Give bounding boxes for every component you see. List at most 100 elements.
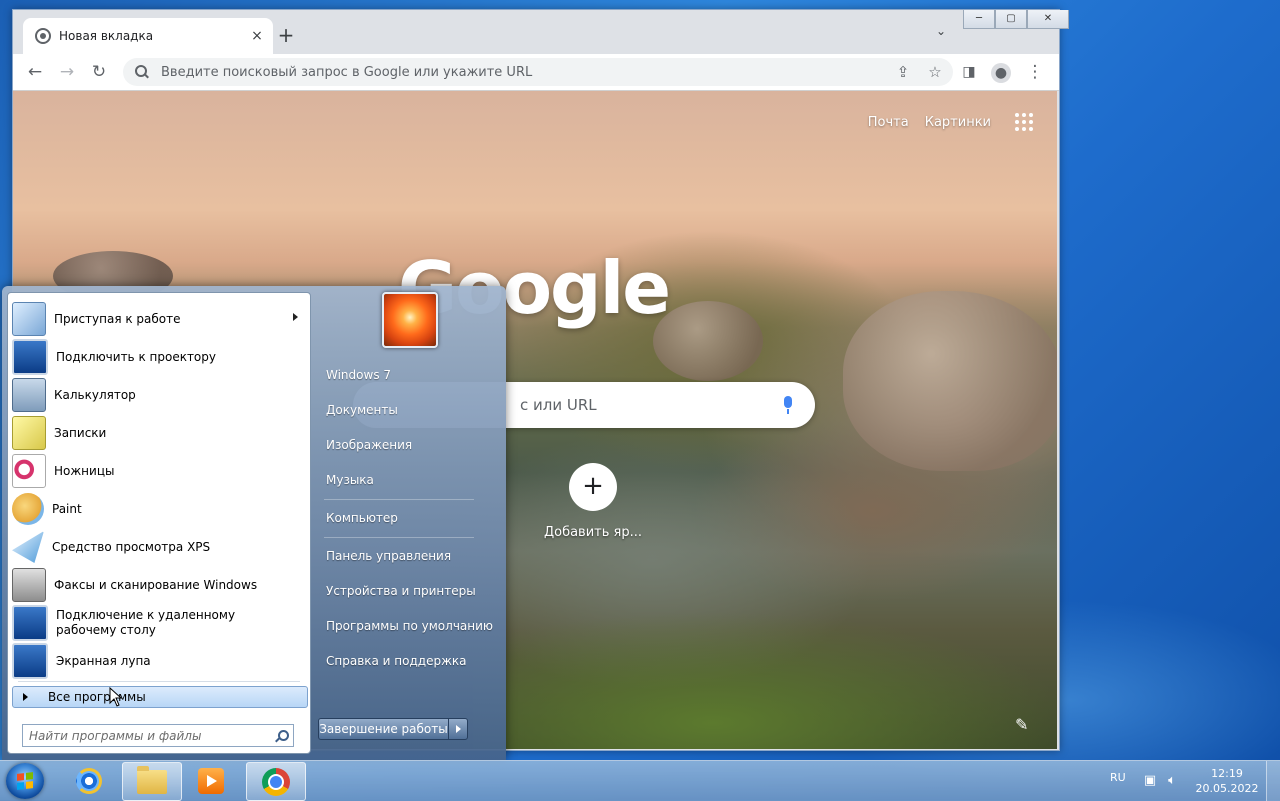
chrome-icon — [262, 767, 290, 796]
new-tab-button[interactable]: + — [275, 24, 297, 46]
clock-time: 12:19 — [1211, 767, 1243, 780]
start-item-label: Приступая к работе — [54, 311, 181, 326]
calculator-icon — [12, 378, 46, 412]
start-item-paint[interactable]: Paint — [12, 491, 306, 527]
background-rock — [843, 291, 1057, 471]
start-right-default-programs[interactable]: Программы по умолчанию — [320, 615, 506, 637]
share-icon[interactable]: ⇪ — [891, 58, 915, 86]
start-item-label: Подключение к удаленному рабочему столу — [56, 608, 236, 637]
side-panel-icon[interactable]: ◨ — [957, 60, 981, 84]
show-desktop-button[interactable] — [1266, 761, 1280, 801]
xps-viewer-icon — [12, 531, 44, 563]
taskbar-media-player[interactable] — [182, 762, 240, 799]
shutdown-button[interactable]: Завершение работы — [318, 718, 468, 740]
omnibox-input[interactable] — [159, 63, 953, 81]
internet-explorer-icon — [76, 767, 102, 794]
forward-arrow-icon[interactable]: → — [55, 60, 79, 84]
background-rock — [653, 301, 763, 381]
network-icon[interactable]: ▣ — [1142, 773, 1158, 789]
sticky-notes-icon — [12, 416, 46, 450]
back-arrow-icon[interactable]: ← — [23, 60, 47, 84]
start-item-xps-viewer[interactable]: Средство просмотра XPS — [12, 529, 306, 565]
expand-arrow-icon — [23, 693, 28, 701]
start-menu-divider — [18, 681, 300, 682]
volume-icon[interactable]: 🔈︎ — [1164, 773, 1180, 789]
user-account-picture[interactable] — [382, 292, 438, 348]
all-programs-label: Все программы — [48, 690, 146, 704]
start-item-fax-scan[interactable]: Факсы и сканирование Windows — [12, 567, 306, 603]
magnifier-icon — [12, 643, 48, 679]
taskbar-windows-explorer[interactable] — [122, 762, 182, 801]
windows-logo-icon — [17, 772, 33, 790]
start-right-devices-printers[interactable]: Устройства и принтеры — [320, 580, 506, 602]
start-menu: Приступая к работе Подключить к проектор… — [2, 286, 506, 760]
chrome-favicon-icon — [35, 28, 51, 44]
start-item-sticky-notes[interactable]: Записки — [12, 415, 306, 451]
start-item-projector[interactable]: Подключить к проектору — [12, 339, 306, 375]
start-right-computer[interactable]: Компьютер — [320, 507, 506, 529]
address-bar[interactable]: ⇪ ☆ — [123, 58, 953, 86]
start-right-divider — [324, 499, 474, 500]
language-indicator[interactable]: RU — [1110, 771, 1126, 784]
remote-desktop-icon — [12, 605, 48, 641]
profile-avatar-icon[interactable]: ● — [989, 60, 1013, 84]
start-right-divider — [324, 537, 474, 538]
start-right-documents[interactable]: Документы — [320, 399, 506, 421]
start-search-input[interactable] — [23, 727, 275, 744]
maximize-button[interactable]: ▢ — [995, 10, 1027, 29]
tab-close-icon[interactable]: × — [247, 28, 267, 44]
microphone-icon[interactable] — [781, 394, 795, 416]
paint-palette-icon — [12, 493, 44, 525]
media-player-icon — [198, 767, 224, 794]
google-apps-icon[interactable] — [1015, 113, 1033, 131]
customize-pencil-icon[interactable]: ✎ — [1015, 715, 1028, 734]
folder-icon — [137, 765, 167, 794]
clock-date: 20.05.2022 — [1195, 782, 1259, 795]
chrome-titlebar[interactable]: Новая вкладка × + ⌄ ─ ▢ ✕ — [13, 10, 1069, 54]
fax-scanner-icon — [12, 568, 46, 602]
start-button[interactable] — [6, 763, 44, 799]
start-right-user-folder[interactable]: Windows 7 — [320, 364, 506, 386]
taskbar-google-chrome[interactable] — [246, 762, 306, 801]
start-item-getting-started[interactable]: Приступая к работе — [12, 301, 306, 337]
tab-new-tab[interactable]: Новая вкладка × — [23, 18, 273, 54]
start-item-calculator[interactable]: Калькулятор — [12, 377, 306, 413]
tab-search-chevron-icon[interactable]: ⌄ — [931, 24, 951, 38]
start-search-box[interactable] — [22, 724, 294, 747]
start-item-remote-desktop[interactable]: Подключение к удаленному рабочему столу — [12, 605, 306, 641]
taskbar-internet-explorer[interactable] — [60, 762, 118, 799]
reload-icon[interactable]: ↻ — [87, 60, 111, 84]
background-vegetation — [473, 611, 1057, 749]
start-item-label: Ножницы — [54, 463, 115, 478]
window-controls: ─ ▢ ✕ — [963, 10, 1069, 29]
system-clock[interactable]: 12:19 20.05.2022 — [1192, 766, 1262, 796]
submenu-arrow-icon — [293, 313, 298, 321]
gmail-link[interactable]: Почта — [868, 115, 909, 130]
start-item-magnifier[interactable]: Экранная лупа — [12, 643, 306, 679]
menu-kebab-icon[interactable]: ⋮ — [1023, 60, 1047, 84]
start-item-label: Записки — [54, 425, 107, 440]
minimize-button[interactable]: ─ — [963, 10, 995, 29]
shutdown-options-arrow-icon[interactable] — [449, 719, 467, 739]
start-menu-programs-pane: Приступая к работе Подключить к проектор… — [7, 292, 311, 754]
add-shortcut-plus-icon: + — [569, 463, 617, 511]
projector-icon — [12, 339, 48, 375]
start-item-label: Paint — [52, 501, 82, 516]
start-right-control-panel[interactable]: Панель управления — [320, 545, 506, 567]
bookmark-star-icon[interactable]: ☆ — [923, 58, 947, 86]
add-shortcut-tile[interactable]: + Добавить яр... — [533, 463, 653, 540]
start-item-label: Калькулятор — [54, 387, 136, 402]
getting-started-icon — [12, 302, 46, 336]
close-button[interactable]: ✕ — [1027, 10, 1069, 29]
google-header-links: Почта Картинки — [868, 115, 991, 130]
start-item-label: Экранная лупа — [56, 653, 151, 668]
search-icon — [135, 65, 149, 79]
start-right-music[interactable]: Музыка — [320, 469, 506, 491]
all-programs-button[interactable]: Все программы — [12, 686, 308, 708]
start-right-pictures[interactable]: Изображения — [320, 434, 506, 456]
start-right-help-support[interactable]: Справка и поддержка — [320, 650, 506, 672]
images-link[interactable]: Картинки — [925, 115, 991, 130]
start-item-snipping-tool[interactable]: Ножницы — [12, 453, 306, 489]
browser-toolbar: ← → ↻ ⇪ ☆ ◨ ● ⋮ — [13, 54, 1059, 91]
start-item-label: Подключить к проектору — [56, 349, 216, 364]
